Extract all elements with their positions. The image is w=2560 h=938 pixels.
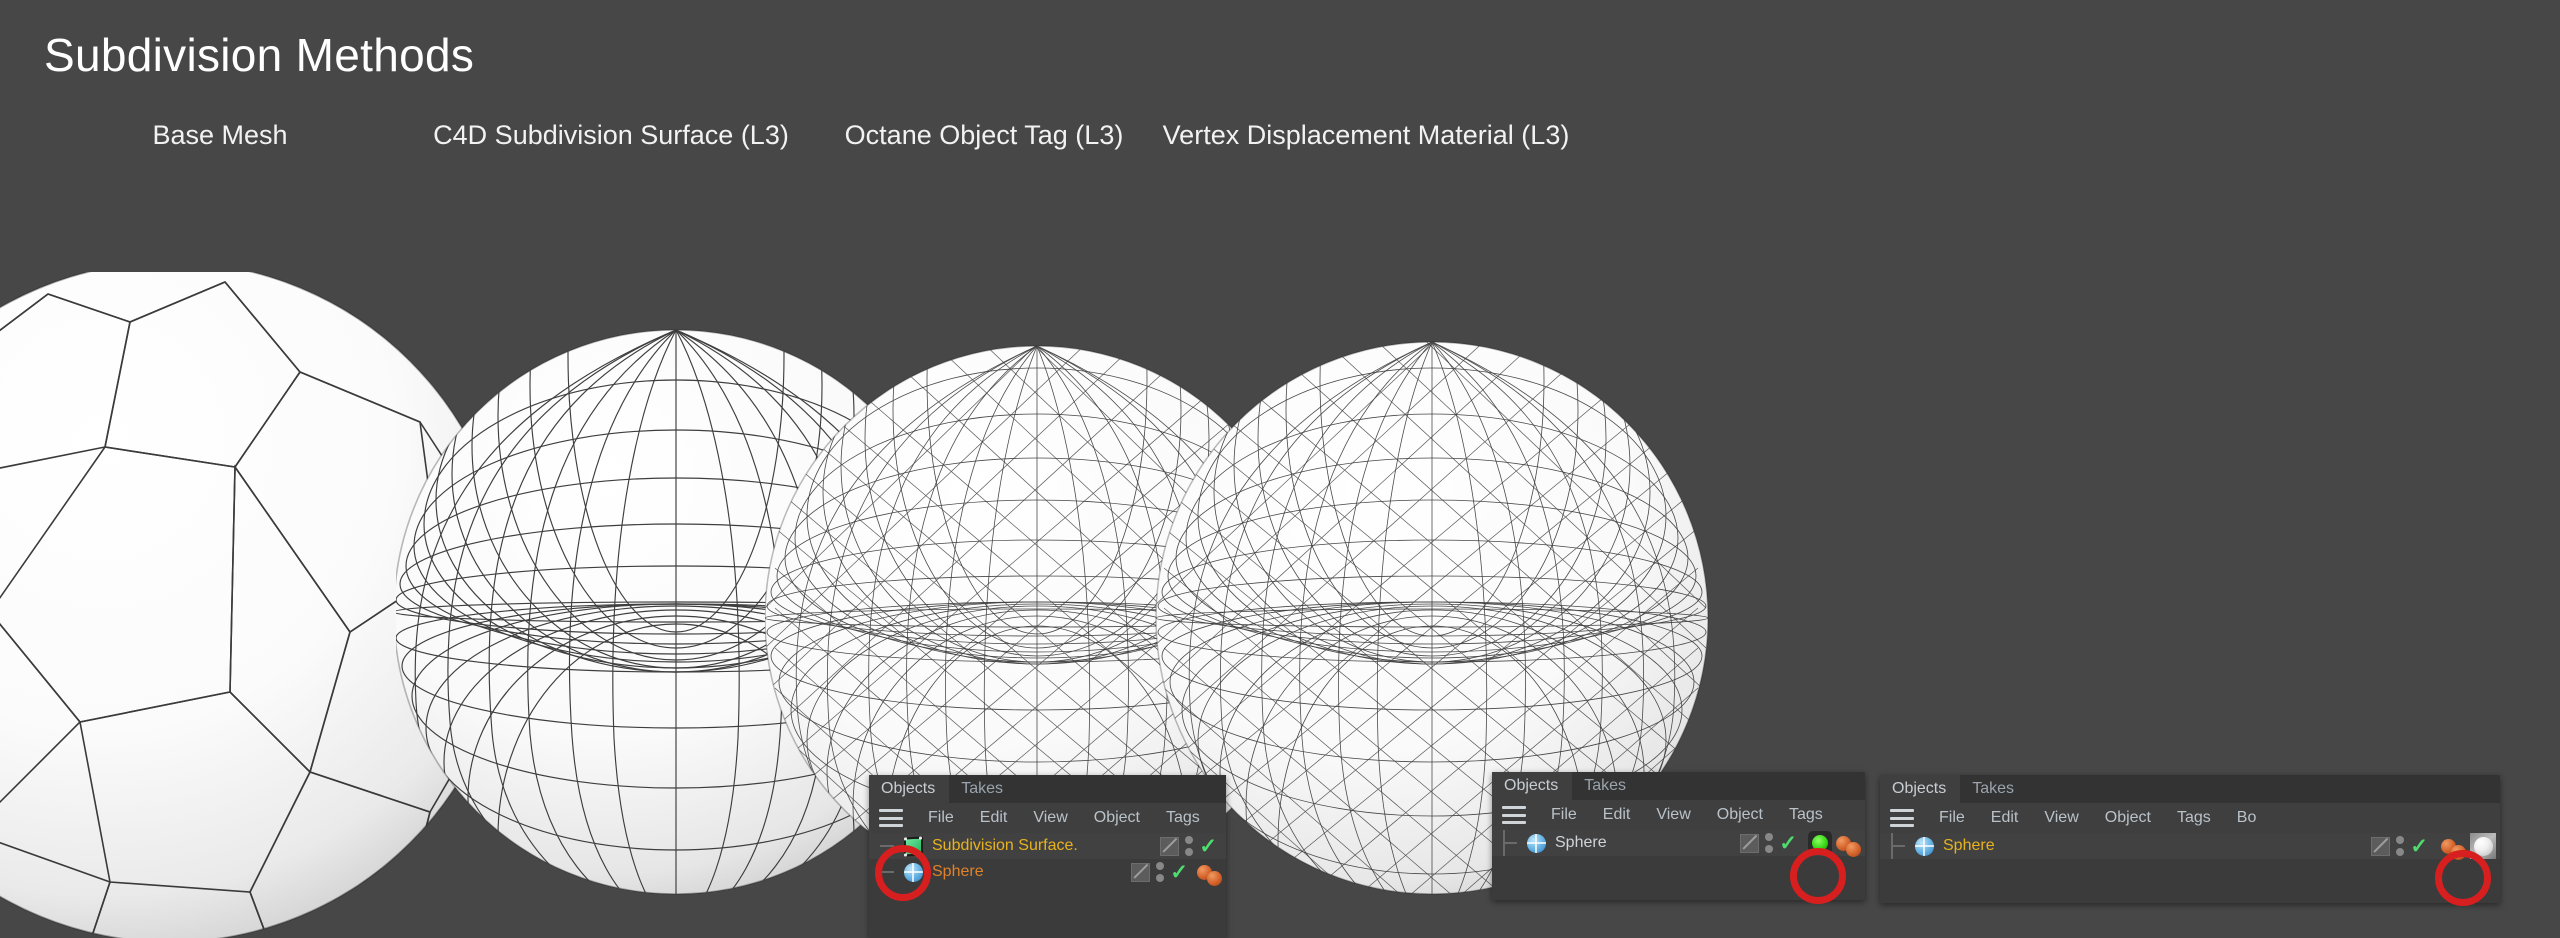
column-header-c4d-subdivision: C4D Subdivision Surface (L3) xyxy=(433,120,789,151)
hamburger-menu-icon[interactable] xyxy=(1890,809,1914,827)
object-manager-c4d-subdivision[interactable]: Objects Takes File Edit View Object Tags… xyxy=(869,775,1226,938)
table-row[interactable]: Sphere ✓ xyxy=(869,859,1226,885)
tab-objects[interactable]: Objects xyxy=(1492,772,1572,800)
menu-view[interactable]: View xyxy=(2031,809,2091,827)
material-tag-icon[interactable] xyxy=(1846,842,1861,857)
tag-cell xyxy=(1193,859,1222,885)
row-controls: ✓ xyxy=(1740,830,1865,856)
object-manager-rows: Sphere ✓ xyxy=(1880,833,2500,859)
menu-object[interactable]: Object xyxy=(1081,809,1153,827)
visibility-dots-icon[interactable] xyxy=(2396,836,2405,856)
table-row[interactable]: Subdivision Surface. ✓ xyxy=(869,833,1226,859)
tag-cell xyxy=(1802,830,1861,856)
tree-connector xyxy=(1880,833,1914,859)
row-controls: ✓ xyxy=(1160,833,1226,859)
menu-object[interactable]: Object xyxy=(2092,809,2164,827)
menu-tags[interactable]: Tags xyxy=(2164,809,2224,827)
layer-color-swatch[interactable] xyxy=(2371,837,2390,856)
row-controls: ✓ xyxy=(1131,859,1226,885)
menu-file[interactable]: File xyxy=(1926,809,1978,827)
table-row[interactable]: Sphere ✓ xyxy=(1492,830,1865,856)
column-header-octane-object-tag: Octane Object Tag (L3) xyxy=(845,120,1124,151)
tree-connector xyxy=(1492,830,1526,856)
object-manager-tabbar: Objects Takes xyxy=(1492,772,1865,800)
object-manager-vertex-displacement[interactable]: Objects Takes File Edit View Object Tags… xyxy=(1880,775,2500,903)
layer-color-swatch[interactable] xyxy=(1131,863,1150,882)
screenshot-canvas: Subdivision Methods Base Mesh C4D Subdiv… xyxy=(0,0,2560,938)
layer-color-swatch[interactable] xyxy=(1160,837,1179,856)
sphere-icon[interactable] xyxy=(1526,832,1548,854)
tab-takes[interactable]: Takes xyxy=(1572,772,1640,800)
menu-view[interactable]: View xyxy=(1643,806,1703,824)
visibility-dots-icon[interactable] xyxy=(1185,836,1194,856)
tree-connector xyxy=(869,833,903,859)
visibility-dots-icon[interactable] xyxy=(1156,862,1165,882)
object-name[interactable]: Sphere xyxy=(1555,834,1740,852)
visibility-dots-icon[interactable] xyxy=(1765,833,1774,853)
tab-takes[interactable]: Takes xyxy=(1960,775,2028,803)
tag-cell xyxy=(2433,833,2496,859)
tab-takes[interactable]: Takes xyxy=(949,775,1017,803)
layer-color-swatch[interactable] xyxy=(1740,834,1759,853)
object-name[interactable]: Subdivision Surface. xyxy=(932,837,1160,855)
menu-bookmarks-truncated[interactable]: Bo xyxy=(2224,809,2270,827)
enabled-check-icon[interactable]: ✓ xyxy=(2410,836,2428,857)
object-manager-octane-object-tag[interactable]: Objects Takes File Edit View Object Tags… xyxy=(1492,772,1865,900)
menu-object[interactable]: Object xyxy=(1704,806,1776,824)
menu-tags[interactable]: Tags xyxy=(1776,806,1836,824)
menu-edit[interactable]: Edit xyxy=(1590,806,1644,824)
menu-file[interactable]: File xyxy=(915,809,967,827)
object-name[interactable]: Sphere xyxy=(932,863,1131,881)
page-title: Subdivision Methods xyxy=(44,28,474,82)
hamburger-menu-icon[interactable] xyxy=(1502,806,1526,824)
sphere-icon[interactable] xyxy=(1914,835,1936,857)
object-manager-rows: Sphere ✓ xyxy=(1492,830,1865,856)
enabled-check-icon[interactable]: ✓ xyxy=(1170,862,1188,883)
object-manager-tabbar: Objects Takes xyxy=(1880,775,2500,803)
octane-object-tag-icon[interactable] xyxy=(1808,831,1832,855)
material-tag-icon[interactable] xyxy=(2451,845,2466,860)
menu-edit[interactable]: Edit xyxy=(967,809,1021,827)
row-controls: ✓ xyxy=(2371,833,2500,859)
table-row[interactable]: Sphere ✓ xyxy=(1880,833,2500,859)
tab-objects[interactable]: Objects xyxy=(869,775,949,803)
tab-objects[interactable]: Objects xyxy=(1880,775,1960,803)
object-name[interactable]: Sphere xyxy=(1943,837,2371,855)
column-header-vertex-displacement: Vertex Displacement Material (L3) xyxy=(1163,120,1570,151)
object-manager-menubar: File Edit View Object Tags xyxy=(869,803,1226,833)
tree-connector xyxy=(869,859,903,885)
object-manager-tabbar: Objects Takes xyxy=(869,775,1226,803)
menu-file[interactable]: File xyxy=(1538,806,1590,824)
menu-tags[interactable]: Tags xyxy=(1153,809,1213,827)
subdivision-surface-icon[interactable] xyxy=(903,835,925,857)
object-manager-menubar: File Edit View Object Tags Bo xyxy=(1880,803,2500,833)
vertex-displacement-material-tag-icon[interactable] xyxy=(2470,833,2496,859)
material-tag-icon[interactable] xyxy=(1207,871,1222,886)
object-manager-rows: Subdivision Surface. ✓ Sphere ✓ xyxy=(869,833,1226,885)
object-manager-menubar: File Edit View Object Tags xyxy=(1492,800,1865,830)
menu-view[interactable]: View xyxy=(1020,809,1080,827)
column-header-base-mesh: Base Mesh xyxy=(152,120,287,151)
sphere-icon[interactable] xyxy=(903,861,925,883)
enabled-check-icon[interactable]: ✓ xyxy=(1199,836,1217,857)
enabled-check-icon[interactable]: ✓ xyxy=(1779,833,1797,854)
hamburger-menu-icon[interactable] xyxy=(879,809,903,827)
menu-edit[interactable]: Edit xyxy=(1978,809,2032,827)
